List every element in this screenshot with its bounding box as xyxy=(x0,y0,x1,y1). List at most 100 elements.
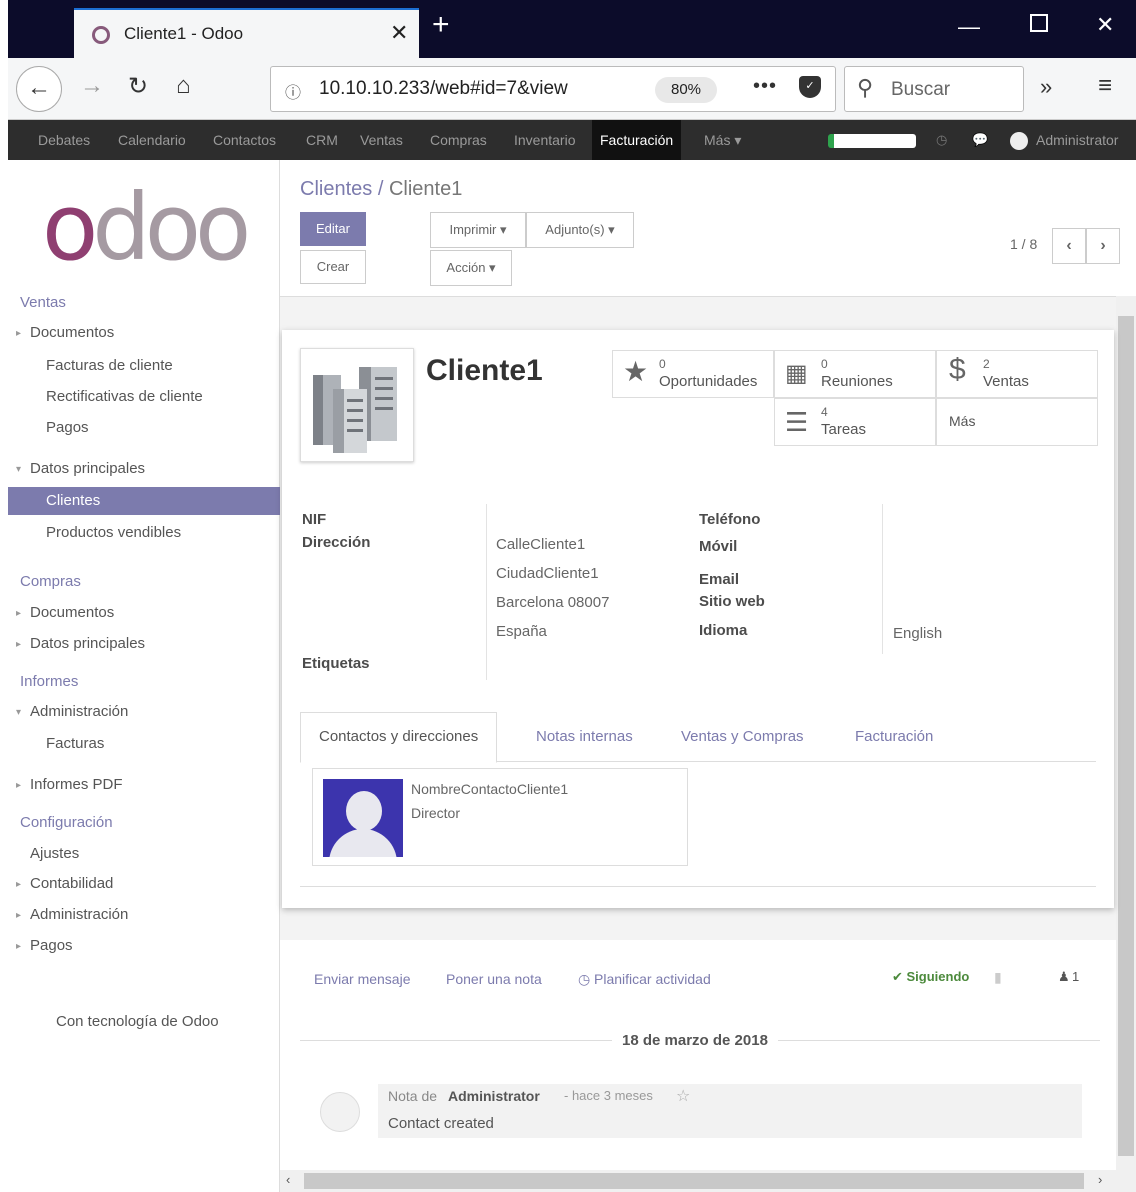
log-note-button[interactable]: Poner una nota xyxy=(446,971,542,987)
next-record-button[interactable]: › xyxy=(1086,228,1120,264)
breadcrumb-root[interactable]: Clientes xyxy=(300,178,372,200)
info-icon[interactable]: ⓘ xyxy=(285,79,301,103)
sidebar-item-productos-vendibles[interactable]: Productos vendibles xyxy=(46,524,181,541)
menu-calendario[interactable]: Calendario xyxy=(118,132,186,148)
edit-button[interactable]: Editar xyxy=(300,212,366,246)
menu-compras[interactable]: Compras xyxy=(430,132,487,148)
schedule-activity-button[interactable]: Planificar actividad xyxy=(594,971,711,987)
sidebar-item-config-pagos[interactable]: Pagos xyxy=(30,937,73,954)
sidebar-item-informes-pdf[interactable]: Informes PDF xyxy=(30,776,123,793)
hamburger-menu-icon[interactable]: ≡ xyxy=(1098,72,1112,100)
search-placeholder: Buscar xyxy=(891,79,951,100)
page-actions-icon[interactable]: ••• xyxy=(753,75,777,98)
menu-debates[interactable]: Debates xyxy=(38,132,90,148)
address-zip[interactable]: Barcelona 08007 xyxy=(496,594,609,611)
tab-contactos[interactable]: Contactos y direcciones xyxy=(300,712,498,763)
attachments-dropdown[interactable]: Adjunto(s) ▾ xyxy=(526,212,634,248)
clock-icon[interactable]: ◷ xyxy=(936,132,947,148)
oportunidades-button[interactable]: ★ 0 Oportunidades xyxy=(612,350,774,398)
tab-title: Cliente1 - Odoo xyxy=(124,24,244,43)
sidebar-item-compras-datos[interactable]: Datos principales xyxy=(30,635,145,652)
star-icon[interactable]: ☆ xyxy=(676,1086,690,1106)
reuniones-button[interactable]: ▦ 0 Reuniones xyxy=(774,350,936,398)
action-dropdown[interactable]: Acción ▾ xyxy=(430,250,512,286)
zoom-indicator[interactable]: 80% xyxy=(655,77,717,103)
sidebar-item-facturas-cliente[interactable]: Facturas de cliente xyxy=(46,357,173,374)
sidebar-item-administracion[interactable]: Administración xyxy=(30,703,128,720)
sidebar-item-compras-documentos[interactable]: Documentos xyxy=(30,604,114,621)
company-image[interactable] xyxy=(300,348,414,462)
dollar-icon: $ xyxy=(949,353,966,386)
url-text[interactable]: 10.10.10.233/web#id=7&view xyxy=(319,78,599,100)
menu-contactos[interactable]: Contactos xyxy=(213,132,276,148)
reuniones-label: Reuniones xyxy=(821,373,893,390)
reload-icon[interactable]: ↻ xyxy=(128,72,148,101)
sidebar-item-datos-principales[interactable]: Datos principales xyxy=(30,460,145,477)
close-tab-icon[interactable]: ✕ xyxy=(390,20,408,46)
address-country[interactable]: España xyxy=(496,623,547,640)
ventas-label: Ventas xyxy=(983,373,1029,390)
window-close-icon[interactable]: ✕ xyxy=(1096,12,1114,38)
tareas-button[interactable]: ☰ 4 Tareas xyxy=(774,398,936,446)
browser-tab[interactable]: Cliente1 - Odoo ✕ xyxy=(74,8,419,58)
maximize-icon[interactable] xyxy=(1030,14,1048,32)
scrollbar-thumb[interactable] xyxy=(1118,316,1134,1156)
user-avatar[interactable] xyxy=(1010,132,1028,150)
sidebar-item-ajustes[interactable]: Ajustes xyxy=(30,845,79,862)
pager[interactable]: 1 / 8 xyxy=(1010,236,1037,252)
browser-search-input[interactable]: ⚲ Buscar xyxy=(844,66,1024,112)
overflow-icon[interactable]: » xyxy=(1040,74,1052,100)
sidebar-item-config-administracion[interactable]: Administración xyxy=(30,906,128,923)
sidebar-item-documentos[interactable]: Documentos xyxy=(30,324,114,341)
back-icon[interactable]: ← xyxy=(16,66,62,112)
menu-ventas[interactable]: Ventas xyxy=(360,132,403,148)
tab-notas-internas[interactable]: Notas internas xyxy=(536,728,633,745)
home-icon[interactable]: ⌂ xyxy=(176,72,191,100)
ventas-button[interactable]: $ 2 Ventas xyxy=(936,350,1098,398)
previous-record-button[interactable]: ‹ xyxy=(1052,228,1086,264)
record-name: Cliente1 xyxy=(426,354,543,387)
sidebar-section-informes: Informes xyxy=(20,673,79,690)
menu-facturacion[interactable]: Facturación xyxy=(592,120,682,160)
menu-inventario[interactable]: Inventario xyxy=(514,132,575,148)
scrollbar-thumb[interactable] xyxy=(304,1173,1084,1189)
menu-mas[interactable]: Más ▾ xyxy=(704,132,741,149)
contact-card[interactable]: NombreContactoCliente1 Director xyxy=(312,768,688,866)
sidebar-item-pagos[interactable]: Pagos xyxy=(46,419,89,436)
bell-icon[interactable]: ▮ xyxy=(994,969,1002,986)
new-tab-icon[interactable]: + xyxy=(432,8,450,42)
forward-icon[interactable]: → xyxy=(80,72,104,100)
idioma-value[interactable]: English xyxy=(893,625,942,642)
horizontal-scrollbar[interactable]: ‹ › xyxy=(280,1170,1116,1192)
pocket-icon[interactable]: ✓ xyxy=(799,76,821,98)
tab-facturacion[interactable]: Facturación xyxy=(855,728,933,745)
sidebar-item-rectificativas[interactable]: Rectificativas de cliente xyxy=(46,388,203,405)
star-icon: ★ xyxy=(623,356,649,387)
send-message-button[interactable]: Enviar mensaje xyxy=(314,971,411,987)
contact-name: NombreContactoCliente1 xyxy=(411,781,569,797)
chat-icon[interactable]: 💬 xyxy=(972,132,988,148)
following-button[interactable]: ✔ Siguiendo xyxy=(892,969,969,985)
scroll-right-icon[interactable]: › xyxy=(1098,1172,1102,1187)
print-dropdown[interactable]: Imprimir ▾ xyxy=(430,212,526,248)
create-button[interactable]: Crear xyxy=(300,250,366,284)
followers-icon[interactable]: ♟ xyxy=(1058,969,1070,985)
user-name[interactable]: Administrator xyxy=(1036,132,1118,148)
message-author[interactable]: Administrator xyxy=(448,1088,540,1104)
address-street[interactable]: CalleCliente1 xyxy=(496,536,585,553)
field-divider xyxy=(486,504,487,680)
followers-count[interactable]: 1 xyxy=(1072,969,1079,984)
menu-crm[interactable]: CRM xyxy=(306,132,338,148)
address-city[interactable]: CiudadCliente1 xyxy=(496,565,599,582)
scroll-left-icon[interactable]: ‹ xyxy=(286,1172,290,1187)
sidebar-item-facturas[interactable]: Facturas xyxy=(46,735,104,752)
sidebar-item-clientes[interactable]: Clientes xyxy=(8,487,280,515)
sidebar-item-contabilidad[interactable]: Contabilidad xyxy=(30,875,113,892)
vertical-scrollbar[interactable] xyxy=(1116,296,1136,1192)
minimize-icon[interactable]: — xyxy=(958,14,980,40)
message-body: Contact created xyxy=(388,1115,494,1132)
mas-button[interactable]: Más xyxy=(936,398,1098,446)
powered-by[interactable]: Con tecnología de Odoo xyxy=(56,1013,219,1030)
tab-ventas-compras[interactable]: Ventas y Compras xyxy=(681,728,804,745)
url-bar[interactable]: ⓘ 10.10.10.233/web#id=7&view 80% ••• ✓ xyxy=(270,66,836,112)
